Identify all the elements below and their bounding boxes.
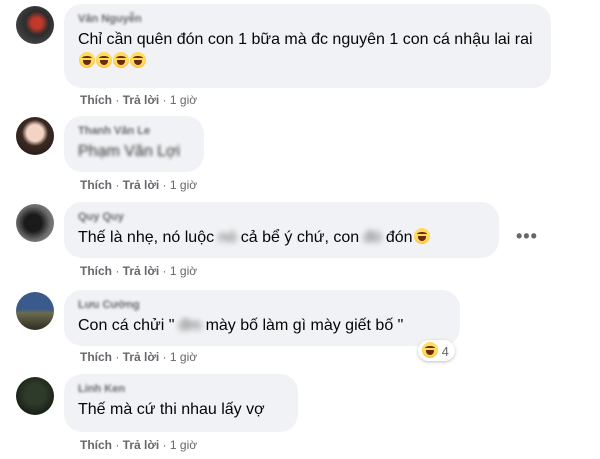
comment-author[interactable]: Linh Ken [78, 382, 284, 396]
haha-reaction-icon [422, 342, 438, 358]
comment-text: Chỉ cần quên đón con 1 bữa mà đc nguyên … [78, 29, 537, 73]
timestamp[interactable]: 1 giờ [170, 350, 197, 364]
comment-text-part: Thế là nhẹ, nó luộc [78, 229, 215, 246]
timestamp[interactable]: 1 giờ [170, 438, 197, 452]
avatar[interactable] [16, 6, 54, 44]
avatar[interactable] [16, 377, 54, 415]
hidden-word: đm [178, 317, 202, 334]
more-options-icon[interactable]: ••• [516, 226, 538, 247]
reply-link[interactable]: Trả lời [123, 350, 160, 364]
comment-text-part: đón [385, 229, 413, 246]
comment-author[interactable]: Lưu Cường [78, 298, 446, 312]
timestamp[interactable]: 1 giờ [170, 178, 197, 192]
reply-link[interactable]: Trả lời [123, 264, 160, 278]
comment-bubble: Quy Quy Thế là nhẹ, nó luộc nó cả bể ý c… [64, 202, 499, 258]
comment-actions: Thích · Trả lời · 1 giờ [80, 93, 198, 107]
avatar[interactable] [16, 204, 54, 242]
comment-text: Phạm Văn Lợi [78, 143, 181, 160]
like-link[interactable]: Thích [80, 438, 112, 452]
reaction-count: 4 [441, 344, 449, 359]
comment-bubble: Linh Ken Thế mà cứ thi nhau lấy vợ [64, 374, 298, 432]
comment-text: Thế là nhẹ, nó luộc nó cả bể ý chứ, con … [78, 227, 485, 249]
comment-text: Con cá chửi " đm mày bố làm gì mày giết … [78, 315, 446, 337]
comment-bubble: Văn Nguyễn Chỉ cần quên đón con 1 bữa mà… [64, 4, 551, 88]
comment-author[interactable]: Văn Nguyễn [78, 12, 537, 26]
comment-text: Thế mà cứ thi nhau lấy vợ [78, 401, 265, 418]
comment-text-part: Con cá chửi " [78, 317, 175, 334]
timestamp[interactable]: 1 giờ [170, 93, 197, 107]
comment-bubble: Thanh Văn Le Phạm Văn Lợi [64, 116, 204, 172]
comment-actions: Thích · Trả lời · 1 giờ [80, 350, 198, 364]
reply-link[interactable]: Trả lời [123, 178, 160, 192]
hidden-word: đó [363, 229, 382, 246]
comment-actions: Thích · Trả lời · 1 giờ [80, 264, 198, 278]
comment-text-part: cả bể ý chứ, con [240, 229, 360, 246]
like-link[interactable]: Thích [80, 178, 112, 192]
comment-text-part: mày bố làm gì mày giết bố " [205, 317, 404, 334]
avatar[interactable] [16, 117, 54, 155]
comment-author[interactable]: Thanh Văn Le [78, 124, 190, 138]
reply-link[interactable]: Trả lời [123, 93, 160, 107]
like-link[interactable]: Thích [80, 350, 112, 364]
comment-actions: Thích · Trả lời · 1 giờ [80, 178, 198, 192]
comment-text-content: Chỉ cần quên đón con 1 bữa mà đc nguyên … [78, 31, 533, 48]
laugh-emoji-icon [413, 228, 430, 244]
like-link[interactable]: Thích [80, 264, 112, 278]
hidden-word: nó [218, 229, 237, 246]
reaction-summary[interactable]: 4 [418, 340, 455, 361]
comment-author[interactable]: Quy Quy [78, 210, 485, 224]
reply-link[interactable]: Trả lời [123, 438, 160, 452]
comment-bubble: Lưu Cường Con cá chửi " đm mày bố làm gì… [64, 290, 460, 346]
timestamp[interactable]: 1 giờ [170, 264, 197, 278]
like-link[interactable]: Thích [80, 93, 112, 107]
comment-actions: Thích · Trả lời · 1 giờ [80, 438, 198, 452]
laugh-emoji-icon [78, 52, 146, 70]
avatar[interactable] [16, 292, 54, 330]
